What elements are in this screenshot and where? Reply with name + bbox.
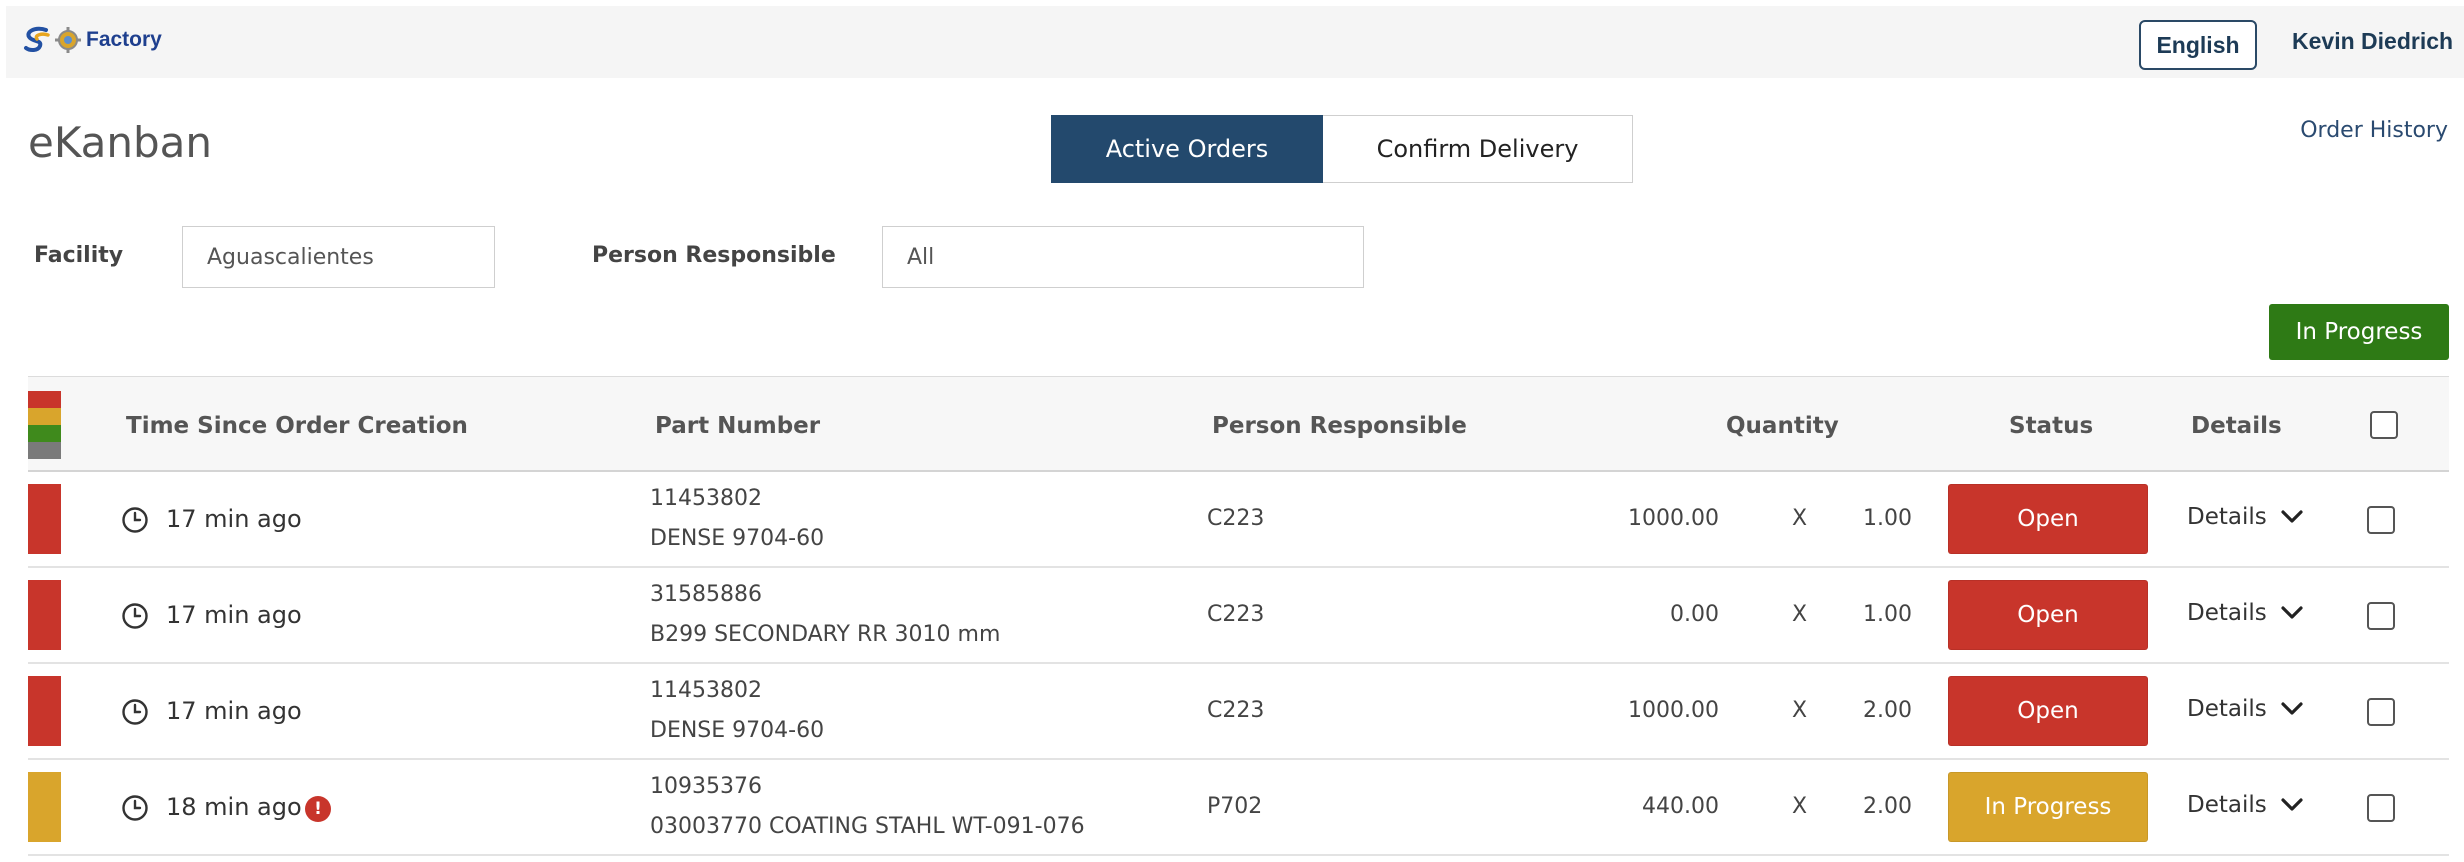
part-number: 31585886 bbox=[650, 582, 762, 607]
facility-label: Facility bbox=[34, 243, 124, 268]
time-since-creation: 17 min ago bbox=[166, 505, 302, 533]
legend-green bbox=[28, 425, 61, 442]
time-since-creation: 18 min ago bbox=[166, 793, 302, 821]
row-checkbox[interactable] bbox=[2367, 602, 2395, 630]
clock-icon bbox=[122, 507, 148, 533]
clock-icon bbox=[122, 699, 148, 725]
part-description: B299 SECONDARY RR 3010 mm bbox=[650, 622, 1001, 647]
legend-red bbox=[28, 391, 61, 408]
app-logo[interactable]: Factory bbox=[22, 26, 162, 54]
row-checkbox[interactable] bbox=[2367, 794, 2395, 822]
clock-icon bbox=[122, 795, 148, 821]
times-sign: X bbox=[1792, 698, 1808, 723]
status-badge[interactable]: Open bbox=[1948, 484, 2148, 554]
view-toggle: Active Orders Confirm Delivery bbox=[1051, 115, 1633, 183]
quantity-multiplier: 2.00 bbox=[1863, 698, 1912, 723]
row-checkbox[interactable] bbox=[2367, 698, 2395, 726]
tab-active-orders[interactable]: Active Orders bbox=[1051, 115, 1323, 183]
chevron-down-icon bbox=[2281, 798, 2303, 811]
header-status: Status bbox=[2009, 413, 2094, 439]
person-responsible: C223 bbox=[1207, 602, 1265, 627]
priority-bar bbox=[28, 580, 61, 650]
logo-swoosh-icon bbox=[24, 26, 50, 53]
details-toggle[interactable]: Details bbox=[2187, 504, 2303, 530]
quantity-multiplier: 1.00 bbox=[1863, 506, 1912, 531]
tab-confirm-delivery[interactable]: Confirm Delivery bbox=[1323, 115, 1633, 183]
person-responsible: C223 bbox=[1207, 698, 1265, 723]
details-toggle[interactable]: Details bbox=[2187, 792, 2303, 818]
order-history-link[interactable]: Order History bbox=[2300, 118, 2448, 143]
user-name[interactable]: Kevin Diedrich bbox=[2292, 28, 2453, 55]
priority-bar bbox=[28, 676, 61, 746]
facility-select[interactable]: Aguascalientes bbox=[182, 226, 495, 288]
chevron-down-icon bbox=[2281, 510, 2303, 523]
alert-icon: ! bbox=[305, 796, 331, 822]
status-badge[interactable]: In Progress bbox=[1948, 772, 2148, 842]
select-all-checkbox[interactable] bbox=[2370, 411, 2398, 439]
person-responsible-label: Person Responsible bbox=[592, 243, 836, 268]
quantity-value: 0.00 bbox=[1670, 602, 1719, 627]
times-sign: X bbox=[1792, 506, 1808, 531]
part-description: 03003770 COATING STAHL WT-091-076 bbox=[650, 814, 1085, 839]
table-row: 17 min ago 11453802 DENSE 9704-60 C223 1… bbox=[28, 472, 2449, 568]
row-checkbox[interactable] bbox=[2367, 506, 2395, 534]
legend-yellow bbox=[28, 408, 61, 425]
part-number: 11453802 bbox=[650, 486, 762, 511]
status-badge[interactable]: Open bbox=[1948, 580, 2148, 650]
part-description: DENSE 9704-60 bbox=[650, 526, 825, 551]
header-quantity: Quantity bbox=[1726, 413, 1839, 439]
top-bar: Factory English Kevin Diedrich bbox=[6, 6, 2464, 78]
person-responsible: C223 bbox=[1207, 506, 1265, 531]
header-details: Details bbox=[2191, 413, 2282, 439]
clock-icon bbox=[122, 603, 148, 629]
status-color-legend bbox=[28, 391, 61, 459]
priority-bar bbox=[28, 484, 61, 554]
quantity-multiplier: 1.00 bbox=[1863, 602, 1912, 627]
part-description: DENSE 9704-60 bbox=[650, 718, 825, 743]
details-label: Details bbox=[2187, 792, 2267, 818]
details-label: Details bbox=[2187, 696, 2267, 722]
chevron-down-icon bbox=[2281, 702, 2303, 715]
details-label: Details bbox=[2187, 600, 2267, 626]
language-button[interactable]: English bbox=[2139, 20, 2257, 70]
status-badge[interactable]: Open bbox=[1948, 676, 2148, 746]
details-toggle[interactable]: Details bbox=[2187, 696, 2303, 722]
header-person: Person Responsible bbox=[1212, 413, 1467, 439]
times-sign: X bbox=[1792, 602, 1808, 627]
chevron-down-icon bbox=[2281, 606, 2303, 619]
time-since-creation: 17 min ago bbox=[166, 697, 302, 725]
table-row: 17 min ago 11453802 DENSE 9704-60 C223 1… bbox=[28, 664, 2449, 760]
details-toggle[interactable]: Details bbox=[2187, 600, 2303, 626]
table-header: Time Since Order Creation Part Number Pe… bbox=[28, 376, 2449, 472]
quantity-value: 1000.00 bbox=[1628, 698, 1719, 723]
table-row: 18 min ago ! 10935376 03003770 COATING S… bbox=[28, 760, 2449, 856]
page-title: eKanban bbox=[28, 118, 213, 167]
quantity-value: 440.00 bbox=[1642, 794, 1719, 819]
logo-text: Factory bbox=[86, 28, 162, 51]
time-since-creation: 17 min ago bbox=[166, 601, 302, 629]
header-time: Time Since Order Creation bbox=[126, 413, 468, 439]
times-sign: X bbox=[1792, 794, 1808, 819]
person-responsible-select[interactable]: All bbox=[882, 226, 1364, 288]
legend-gray bbox=[28, 442, 61, 459]
set-in-progress-button[interactable]: In Progress bbox=[2269, 304, 2449, 360]
logo-gear-icon bbox=[55, 27, 81, 53]
part-number: 11453802 bbox=[650, 678, 762, 703]
quantity-value: 1000.00 bbox=[1628, 506, 1719, 531]
quantity-multiplier: 2.00 bbox=[1863, 794, 1912, 819]
header-part-number: Part Number bbox=[655, 413, 821, 439]
priority-bar bbox=[28, 772, 61, 842]
details-label: Details bbox=[2187, 504, 2267, 530]
part-number: 10935376 bbox=[650, 774, 762, 799]
person-responsible: P702 bbox=[1207, 794, 1263, 819]
table-row: 17 min ago 31585886 B299 SECONDARY RR 30… bbox=[28, 568, 2449, 664]
orders-table: Time Since Order Creation Part Number Pe… bbox=[28, 376, 2449, 856]
